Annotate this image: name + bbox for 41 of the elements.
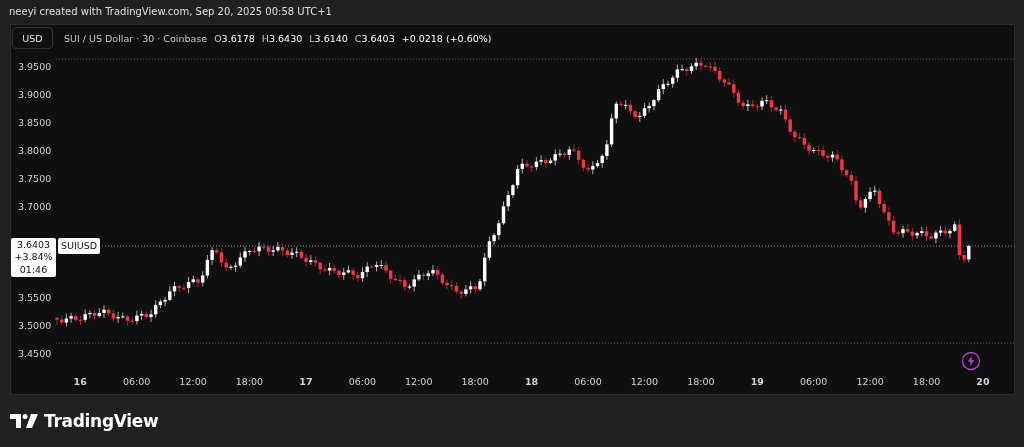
time-axis-label: 12:00: [179, 375, 207, 387]
price-axis-label: 3.7500: [18, 173, 52, 185]
ohlc-value: O3.6178: [214, 32, 255, 44]
price-axis-label: 3.8000: [18, 145, 52, 157]
symbol-title: SUI / US Dollar · 30 · Coinbase: [64, 32, 208, 44]
last-price: 3.6403: [16, 238, 51, 252]
time-axis-label: 18:00: [687, 375, 715, 387]
time-axis-label: 06:00: [800, 375, 828, 387]
price-axis-label: 3.9500: [18, 61, 52, 72]
price-axis-label: 3.7000: [18, 201, 52, 213]
time-axis-label: 12:00: [630, 375, 659, 387]
time-axis-label: 06:00: [122, 375, 151, 387]
attribution-text: neeyi created with TradingView.com, Sep 20, 2025 00:58 UTC+1: [8, 5, 333, 19]
bar-countdown: 01:46: [19, 263, 48, 277]
time-axis-label: 18:00: [912, 375, 941, 387]
time-axis-label: 18: [524, 375, 539, 387]
time-axis-label: 18:00: [235, 375, 264, 387]
time-axis-label: 16: [73, 375, 87, 387]
symbol-tag: SUIUSD: [58, 238, 101, 254]
tradingview-logo-icon: [10, 413, 38, 429]
tradingview-logo-text: TradingView: [44, 411, 159, 431]
time-axis-label: 18:00: [461, 375, 489, 387]
time-axis-label: 19: [750, 375, 764, 387]
lightning-icon[interactable]: [961, 351, 981, 371]
price-axis-label: 3.5000: [18, 319, 52, 331]
price-change: +3.84%: [14, 251, 53, 264]
change-value: +0.0218 (+0.60%): [401, 32, 492, 44]
price-axis-label: 3.5500: [18, 291, 52, 303]
time-axis-label: 12:00: [405, 375, 433, 387]
time-axis-label: 06:00: [574, 375, 602, 387]
ohlc-value: L3.6140: [309, 32, 348, 44]
price-axis-label: 3.9000: [18, 89, 52, 101]
time-axis-label: 20: [976, 375, 990, 387]
time-axis-label: 06:00: [348, 375, 376, 387]
price-axis-label: 3.4500: [18, 347, 52, 359]
currency-button[interactable]: USD: [12, 27, 53, 49]
time-axis-label: 12:00: [856, 375, 884, 387]
ohlc-value: C3.6403: [354, 32, 395, 44]
time-axis-label: 17: [299, 375, 313, 387]
ohlc-value: H3.6430: [261, 32, 303, 44]
price-axis-label: 3.8500: [18, 117, 52, 129]
